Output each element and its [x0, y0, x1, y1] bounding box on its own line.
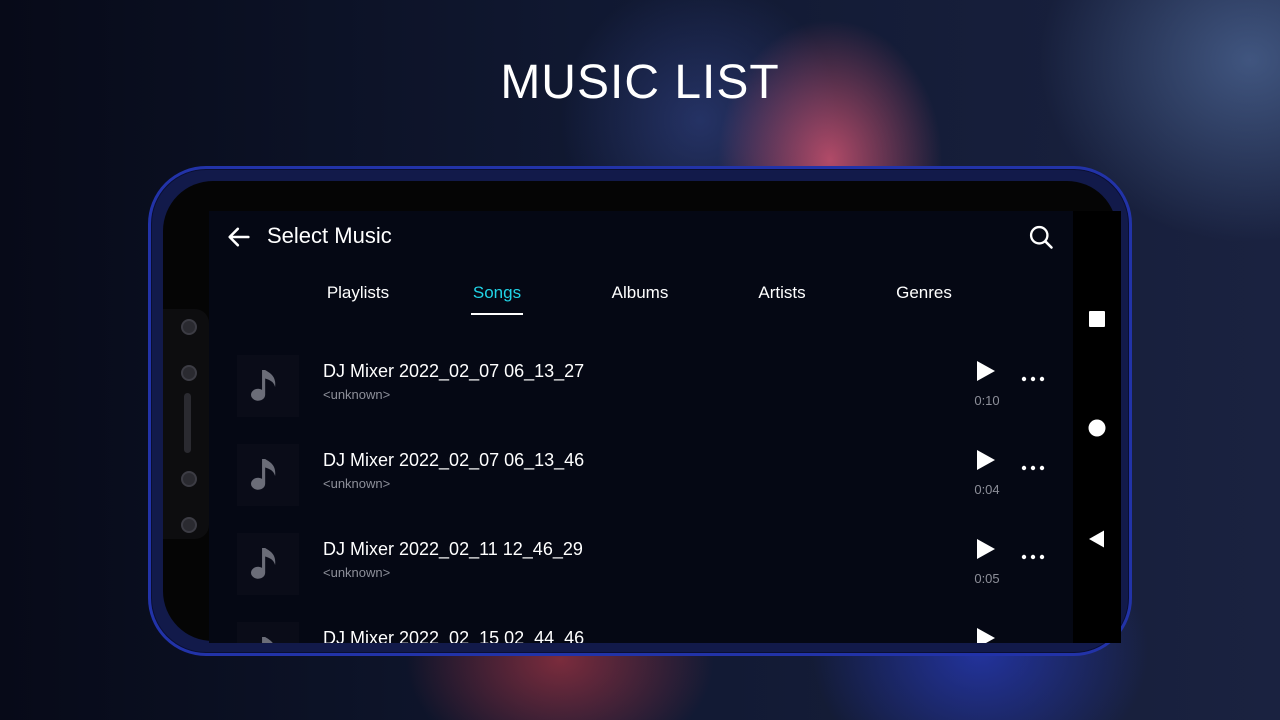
- song-title: DJ Mixer 2022_02_11 12_46_29: [323, 539, 583, 559]
- app-title: Select Music: [267, 223, 392, 248]
- arrow-left-icon[interactable]: [225, 223, 253, 251]
- tab-bar: Playlists Songs Albums Artists Genres: [209, 271, 1073, 321]
- system-navigation-bar: [1073, 211, 1121, 643]
- more-options-icon[interactable]: [1021, 464, 1045, 472]
- song-title: DJ Mixer 2022_02_07 06_13_27: [323, 361, 585, 381]
- play-icon[interactable]: [975, 626, 997, 643]
- list-item[interactable]: DJ Mixer 2022_02_07 06_13_27 <unknown> 0…: [209, 355, 1073, 441]
- search-icon[interactable]: [1027, 223, 1055, 251]
- list-item[interactable]: DJ Mixer 2022_02_15 02_44_46: [209, 622, 1073, 643]
- song-artist: <unknown>: [323, 565, 391, 580]
- list-item[interactable]: DJ Mixer 2022_02_11 12_46_29 <unknown> 0…: [209, 533, 1073, 619]
- play-icon[interactable]: [975, 537, 997, 561]
- more-options-icon[interactable]: [1021, 375, 1045, 383]
- tab-genres[interactable]: Genres: [879, 283, 969, 303]
- music-note-icon: [251, 459, 276, 490]
- song-artist: <unknown>: [323, 476, 391, 491]
- song-title: DJ Mixer 2022_02_15 02_44_46: [323, 628, 585, 643]
- recents-square-icon[interactable]: [1087, 309, 1107, 329]
- music-note-icon: [262, 637, 273, 643]
- music-note-icon: [251, 370, 276, 401]
- back-triangle-icon[interactable]: [1087, 529, 1107, 549]
- active-tab-indicator: [471, 313, 523, 315]
- speaker-grille: [184, 393, 191, 453]
- phone-frame: Select Music Playlists Songs Albums Arti…: [148, 166, 1132, 656]
- song-artist: <unknown>: [323, 387, 391, 402]
- app-bar: Select Music: [209, 211, 1073, 267]
- song-duration: 0:05: [974, 571, 1000, 586]
- more-options-icon[interactable]: [1021, 553, 1045, 561]
- phone-bezel: Select Music Playlists Songs Albums Arti…: [163, 181, 1121, 643]
- music-note-icon: [251, 548, 276, 579]
- play-icon[interactable]: [975, 359, 997, 383]
- list-item[interactable]: DJ Mixer 2022_02_07 06_13_46 <unknown> 0…: [209, 444, 1073, 530]
- album-art: [237, 622, 299, 643]
- sensor-icon: [181, 319, 197, 335]
- song-duration: 0:04: [974, 482, 1000, 497]
- camera-notch: [163, 309, 209, 539]
- tab-playlists[interactable]: Playlists: [313, 283, 403, 303]
- sensor-icon: [181, 471, 197, 487]
- play-icon[interactable]: [975, 448, 997, 472]
- home-circle-icon[interactable]: [1087, 418, 1107, 438]
- song-title: DJ Mixer 2022_02_07 06_13_46: [323, 450, 585, 470]
- album-art: [237, 444, 299, 506]
- camera-icon: [181, 365, 197, 381]
- tab-artists[interactable]: Artists: [737, 283, 827, 303]
- app-screen: Select Music Playlists Songs Albums Arti…: [209, 211, 1073, 643]
- album-art: [237, 355, 299, 417]
- tab-albums[interactable]: Albums: [595, 283, 685, 303]
- camera-icon: [181, 517, 197, 533]
- song-duration: 0:10: [974, 393, 1000, 408]
- album-art: [237, 533, 299, 595]
- page-heading: MUSIC LIST: [500, 56, 780, 109]
- tab-songs[interactable]: Songs: [455, 283, 539, 303]
